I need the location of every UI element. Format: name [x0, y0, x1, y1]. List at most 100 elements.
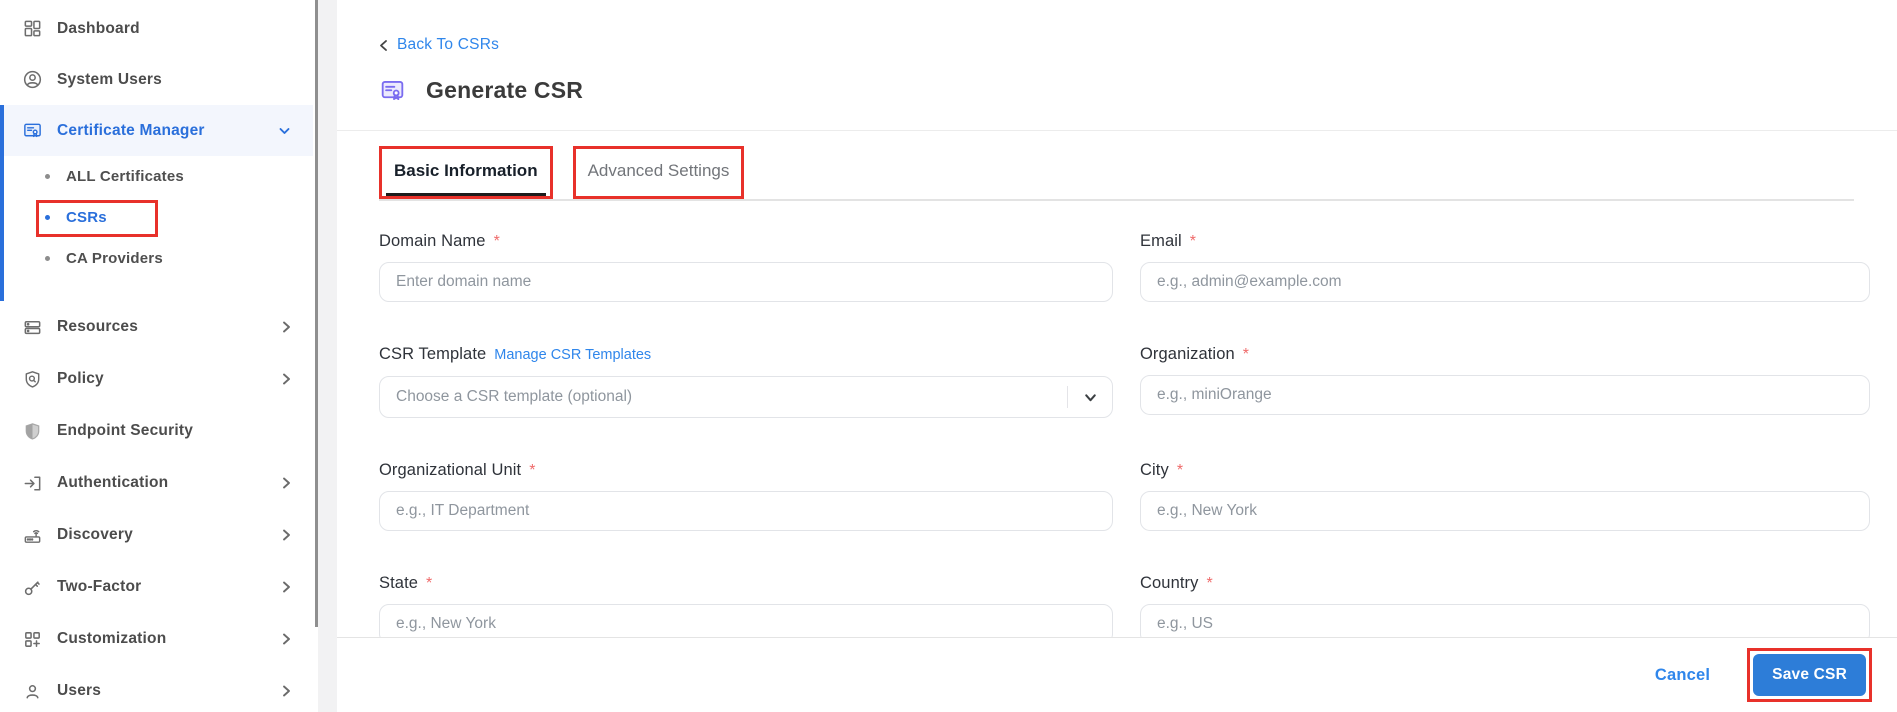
required-asterisk: * [426, 575, 433, 592]
organization-input[interactable] [1140, 375, 1870, 415]
field-label: Email [1140, 232, 1182, 250]
chevron-right-icon [282, 477, 291, 490]
router-icon [21, 524, 43, 546]
sidebar-item-label: Two-Factor [57, 578, 142, 595]
certificate-icon [21, 120, 43, 142]
chevron-right-icon [282, 321, 291, 334]
endpoint-shield-icon [21, 420, 43, 442]
sidebar-item-label: Users [57, 682, 102, 699]
field-label: Country [1140, 574, 1199, 592]
field-label: Domain Name [379, 232, 486, 250]
cancel-button[interactable]: Cancel [1655, 666, 1710, 685]
sidebar-item-label: Authentication [57, 474, 169, 491]
email-field: Email * [1140, 229, 1870, 302]
field-label: State [379, 574, 419, 592]
organizational-unit-input[interactable] [379, 491, 1113, 531]
bullet-icon [45, 174, 50, 179]
sidebar-item-label: Discovery [57, 526, 133, 543]
sidebar-item-discovery[interactable]: Discovery [0, 509, 313, 561]
sidebar-item-label: Policy [57, 370, 104, 387]
chevron-right-icon [282, 685, 291, 698]
form-action-bar: Cancel Save CSR [337, 637, 1897, 712]
field-label: Organizational Unit [379, 461, 522, 479]
sidebar-item-resources[interactable]: Resources [0, 301, 313, 353]
chevron-left-icon [379, 39, 388, 52]
required-asterisk: * [1189, 233, 1196, 250]
certificate-manager-submenu: ALL Certificates CSRs CA Providers [0, 156, 313, 301]
save-csr-button[interactable]: Save CSR [1753, 654, 1866, 696]
sidebar-item-endpoint-security[interactable]: Endpoint Security [0, 405, 313, 457]
app-window: Dashboard System Users Certificate Manag… [0, 0, 1897, 712]
bullet-icon [45, 256, 50, 261]
sidebar-item-label: Resources [57, 318, 139, 335]
sidebar-item-two-factor[interactable]: Two-Factor [0, 561, 313, 613]
sidebar-subitem-all-certificates[interactable]: ALL Certificates [0, 156, 313, 197]
chevron-right-icon [282, 529, 291, 542]
csr-template-select[interactable]: Choose a CSR template (optional) [379, 376, 1113, 418]
field-label: Organization [1140, 345, 1235, 363]
chevron-right-icon [282, 373, 291, 386]
page-header: Generate CSR [379, 77, 1870, 104]
sidebar-scrollbar[interactable] [315, 0, 318, 627]
field-label: City [1140, 461, 1169, 479]
sidebar-subitem-csrs[interactable]: CSRs [0, 197, 313, 238]
sidebar-item-label: Customization [57, 630, 167, 647]
main-content: Back To CSRs Generate CSR Basic Informat… [337, 0, 1897, 712]
required-asterisk: * [1242, 346, 1249, 363]
resources-icon [21, 316, 43, 338]
city-input[interactable] [1140, 491, 1870, 531]
email-input[interactable] [1140, 262, 1870, 302]
organizational-unit-field: Organizational Unit * [379, 458, 1113, 531]
sidebar-item-policy[interactable]: Policy [0, 353, 313, 405]
sidebar-subitem-label: CSRs [66, 209, 107, 226]
dashboard-icon [21, 18, 43, 40]
sidebar-item-system-users[interactable]: System Users [0, 54, 313, 105]
organization-field: Organization * [1140, 342, 1870, 418]
state-field: State * [379, 571, 1113, 644]
login-arrow-icon [21, 472, 43, 494]
sidebar-subitem-label: CA Providers [66, 250, 163, 267]
policy-shield-icon [21, 368, 43, 390]
sidebar-item-users[interactable]: Users [0, 665, 313, 712]
manage-csr-templates-link[interactable]: Manage CSR Templates [494, 343, 651, 368]
user-circle-icon [21, 69, 43, 91]
tab-bar: Basic Information Advanced Settings [379, 131, 1854, 201]
sidebar-subitem-ca-providers[interactable]: CA Providers [0, 238, 313, 279]
chevron-right-icon [282, 633, 291, 646]
generate-csr-icon [379, 77, 406, 104]
chevron-right-icon [282, 581, 291, 594]
layout-gutter [318, 0, 337, 712]
sidebar-item-dashboard[interactable]: Dashboard [0, 3, 313, 54]
person-icon [21, 680, 43, 702]
required-asterisk: * [529, 462, 536, 479]
sidebar-item-certificate-manager[interactable]: Certificate Manager [0, 105, 313, 156]
sidebar-item-authentication[interactable]: Authentication [0, 457, 313, 509]
back-to-csrs-link[interactable]: Back To CSRs [379, 36, 499, 54]
csr-form: Domain Name * Email * CSR Template Manag… [379, 229, 1870, 644]
key-icon [21, 576, 43, 598]
chevron-down-icon [278, 125, 291, 136]
field-label: CSR Template [379, 345, 487, 363]
page-title: Generate CSR [426, 77, 584, 103]
required-asterisk: * [1206, 575, 1213, 592]
chevron-down-icon [1068, 391, 1112, 404]
sidebar-subitem-label: ALL Certificates [66, 168, 184, 185]
sidebar-item-customization[interactable]: Customization [0, 613, 313, 665]
required-asterisk: * [1176, 462, 1184, 479]
select-placeholder: Choose a CSR template (optional) [396, 388, 633, 405]
sidebar-item-label: Certificate Manager [57, 121, 205, 139]
back-link-label: Back To CSRs [397, 36, 500, 53]
bullet-icon [45, 215, 50, 220]
csr-template-field: CSR Template Manage CSR Templates Choose… [379, 342, 1113, 418]
sidebar-item-label: Dashboard [57, 19, 140, 37]
tab-basic-information[interactable]: Basic Information [379, 146, 553, 199]
sidebar-item-label: System Users [57, 70, 162, 88]
grid-plus-icon [21, 628, 43, 650]
tab-advanced-settings[interactable]: Advanced Settings [572, 146, 745, 199]
city-field: City * [1140, 458, 1870, 531]
active-section-indicator [0, 105, 4, 301]
sidebar: Dashboard System Users Certificate Manag… [0, 0, 313, 712]
required-asterisk: * [493, 233, 500, 250]
domain-name-field: Domain Name * [379, 229, 1113, 302]
domain-name-input[interactable] [379, 262, 1113, 302]
